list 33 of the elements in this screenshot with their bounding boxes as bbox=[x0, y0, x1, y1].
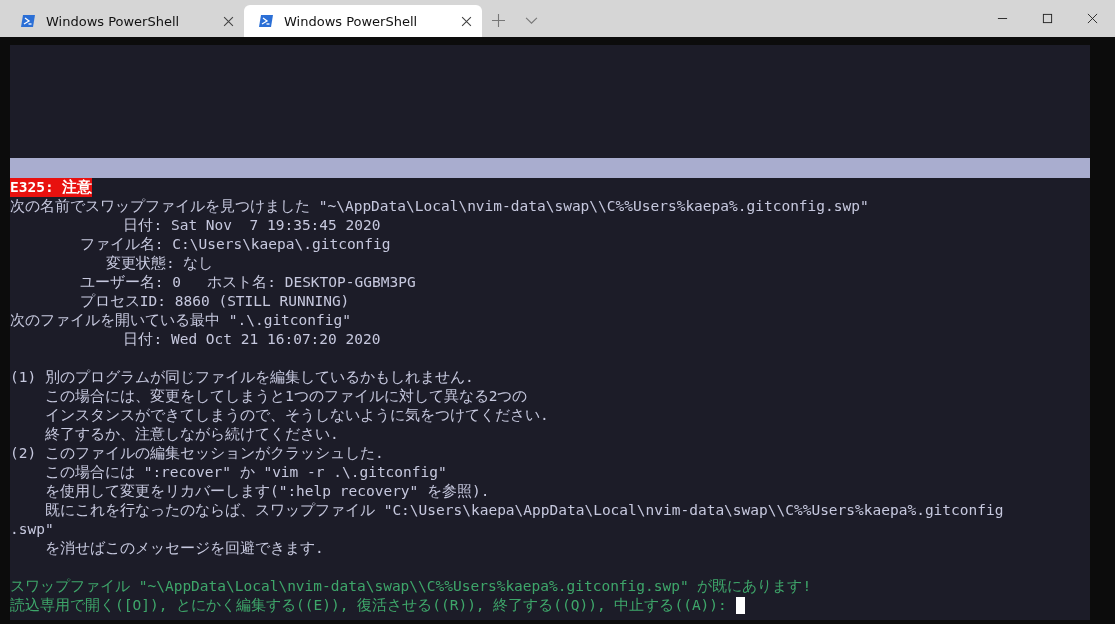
terminal-line: (2) このファイルの編集セッションがクラッシュした. bbox=[10, 444, 384, 463]
close-icon[interactable] bbox=[223, 15, 234, 27]
terminal-tab[interactable]: Windows PowerShell bbox=[6, 5, 244, 37]
terminal-line: を消せばこのメッセージを回避できます. bbox=[43, 539, 324, 558]
maximize-icon[interactable] bbox=[1042, 13, 1053, 24]
powershell-icon bbox=[258, 13, 274, 29]
terminal-line: 既にこれを行なったのならば、スワップファイル "C:\Users\kaepa\AppData\Local\nvim-data\swap\\C%%Users%kaepa%.gitconfig bbox=[43, 501, 1004, 520]
chevron-down-icon[interactable] bbox=[525, 14, 538, 27]
terminal-line: 次のファイルを開いている最中 ".\.gitconfig" bbox=[10, 311, 351, 330]
tab-title: Windows PowerShell bbox=[46, 13, 181, 29]
terminal-line: ファイル名: C:\Users\kaepa\.gitconfig bbox=[78, 235, 391, 254]
terminal-line: ユーザー名: 0 ホスト名: DESKTOP-GGBM3PG bbox=[78, 273, 416, 292]
terminal-line: 日付: Sat Nov 7 19:35:45 2020 bbox=[122, 216, 381, 235]
terminal-line: プロセスID: 8860 (STILL RUNNING) bbox=[78, 292, 350, 311]
close-icon[interactable] bbox=[461, 15, 472, 27]
tab-title: Windows PowerShell bbox=[284, 13, 419, 29]
terminal-line: 終了するか、注意しながら続けてください. bbox=[43, 425, 339, 444]
terminal-line: インスタンスができてしまうので、そうしないように気をつけてください. bbox=[43, 406, 549, 425]
prompt-line: 読込専用で開く([O]), とにかく編集する((E)), 復活させる((R)), 終了する((Q)), 中止する((A)): bbox=[10, 596, 727, 615]
powershell-icon bbox=[20, 13, 36, 29]
close-icon[interactable] bbox=[1087, 13, 1098, 24]
terminal-line: この場合には、変更をしてしまうと1つのファイルに対して異なる2つの bbox=[43, 387, 528, 406]
terminal-line: を使用して変更をリカバーします(":help recovery" を参照). bbox=[43, 482, 490, 501]
terminal-line: (1) 別のプログラムが同じファイルを編集しているかもしれません. bbox=[10, 368, 474, 387]
terminal-line: この場合には ":recover" か "vim -r .\.gitconfig" bbox=[43, 463, 447, 482]
terminal-line: 日付: Wed Oct 21 16:07:20 2020 bbox=[122, 330, 381, 349]
prompt-line: スワップファイル "~\AppData\Local\nvim-data\swap\\C%%Users%kaepa%.gitconfig.swp" が既にあります! bbox=[10, 577, 812, 596]
terminal-line: 変更状態: なし bbox=[105, 254, 214, 273]
terminal-line: .swp" bbox=[10, 520, 54, 539]
plus-icon[interactable] bbox=[492, 14, 505, 27]
terminal-line: 次の名前でスワップファイルを見つけました "~\AppData\Local\nvim-data\swap\\C%%Users%kaepa%.gitconfig.swp" bbox=[10, 197, 869, 216]
error-message: E325: 注意 bbox=[10, 178, 93, 197]
terminal-tab[interactable]: Windows PowerShell bbox=[244, 5, 482, 37]
